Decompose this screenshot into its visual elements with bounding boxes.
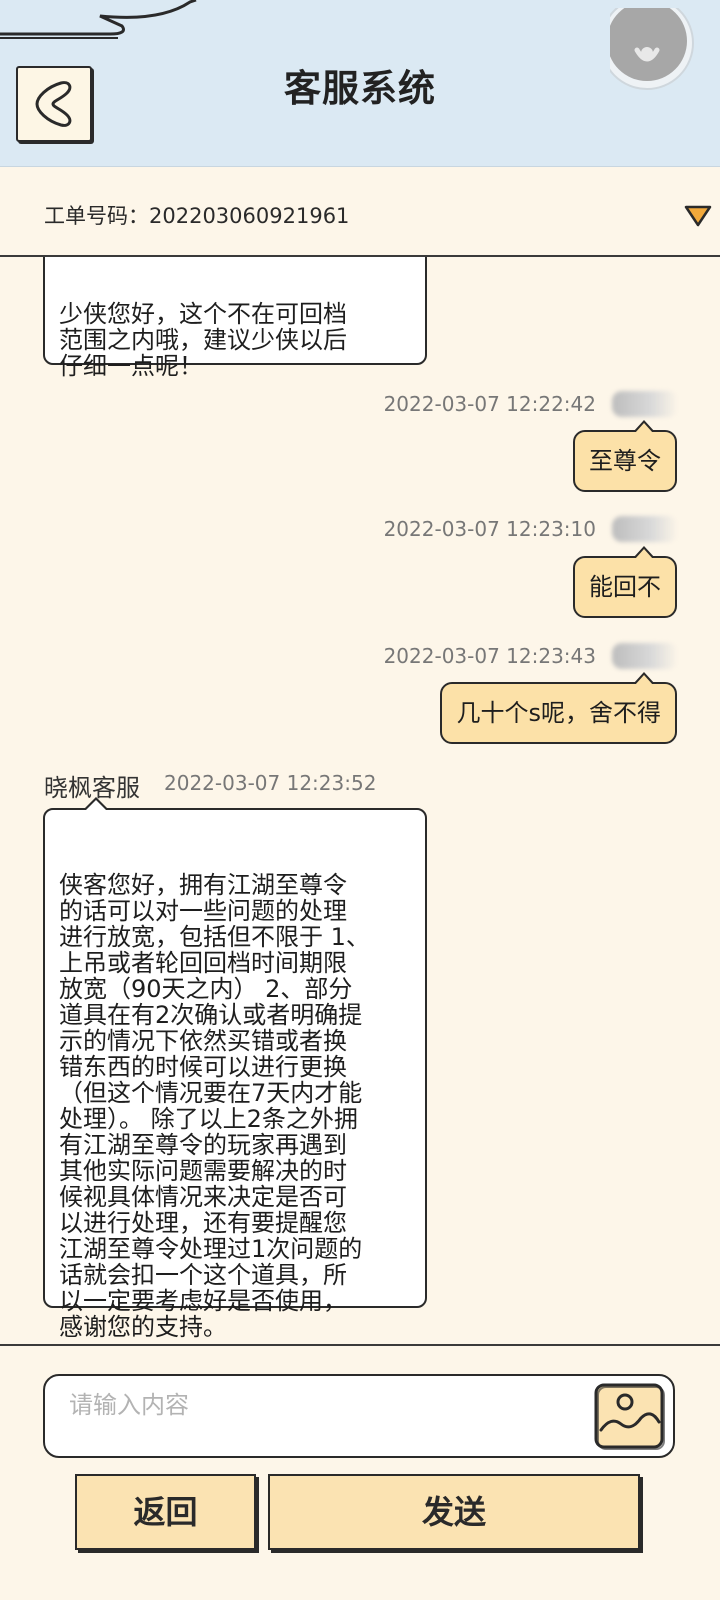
- cloud-decoration: [0, 0, 197, 39]
- message-timestamp: 2022-03-07 12:23:10: [383, 517, 596, 541]
- avatar-icon[interactable]: [610, 8, 705, 103]
- user-message-bubble: 至尊令: [573, 420, 677, 492]
- chat-area[interactable]: 少侠您好，这个不在可回档 范围之内哦，建议少侠以后 仔细一点呢！ 2022-03…: [0, 257, 720, 1343]
- message-text: 少侠您好，这个不在可回档 范围之内哦，建议少侠以后 仔细一点呢！: [59, 300, 347, 380]
- send-button[interactable]: 发送: [268, 1474, 640, 1550]
- user-name-blurred: [612, 391, 678, 417]
- message-timestamp: 2022-03-07 12:23:43: [383, 644, 596, 668]
- user-message-bubble: 能回不: [573, 546, 677, 618]
- divider: [0, 1344, 720, 1346]
- message-text: 几十个s呢，舍不得: [456, 699, 661, 727]
- message-input-box: [43, 1374, 675, 1458]
- ticket-number: 工单号码：202203060921961: [44, 204, 350, 228]
- user-name-blurred: [612, 643, 678, 669]
- user-name-blurred: [612, 516, 678, 542]
- triangle-down-icon[interactable]: [684, 204, 712, 228]
- message-timestamp: 2022-03-07 12:22:42: [383, 392, 596, 416]
- return-button[interactable]: 返回: [75, 1474, 256, 1550]
- message-timestamp: 2022-03-07 12:23:52: [164, 771, 377, 795]
- message-text: 侠客您好，拥有江湖至尊令 的话可以对一些问题的处理 进行放宽，包括但不限于 1、…: [59, 871, 370, 1341]
- header-bar: 客服系统: [0, 0, 720, 167]
- image-icon[interactable]: [593, 1382, 665, 1450]
- message-text: 能回不: [589, 573, 661, 601]
- user-message-bubble: 几十个s呢，舍不得: [440, 672, 677, 744]
- message-input[interactable]: [67, 1384, 551, 1426]
- agent-message-bubble: 侠客您好，拥有江湖至尊令 的话可以对一些问题的处理 进行放宽，包括但不限于 1、…: [43, 797, 427, 1340]
- agent-message-bubble: 少侠您好，这个不在可回档 范围之内哦，建议少侠以后 仔细一点呢！: [43, 257, 427, 379]
- message-text: 至尊令: [589, 447, 661, 475]
